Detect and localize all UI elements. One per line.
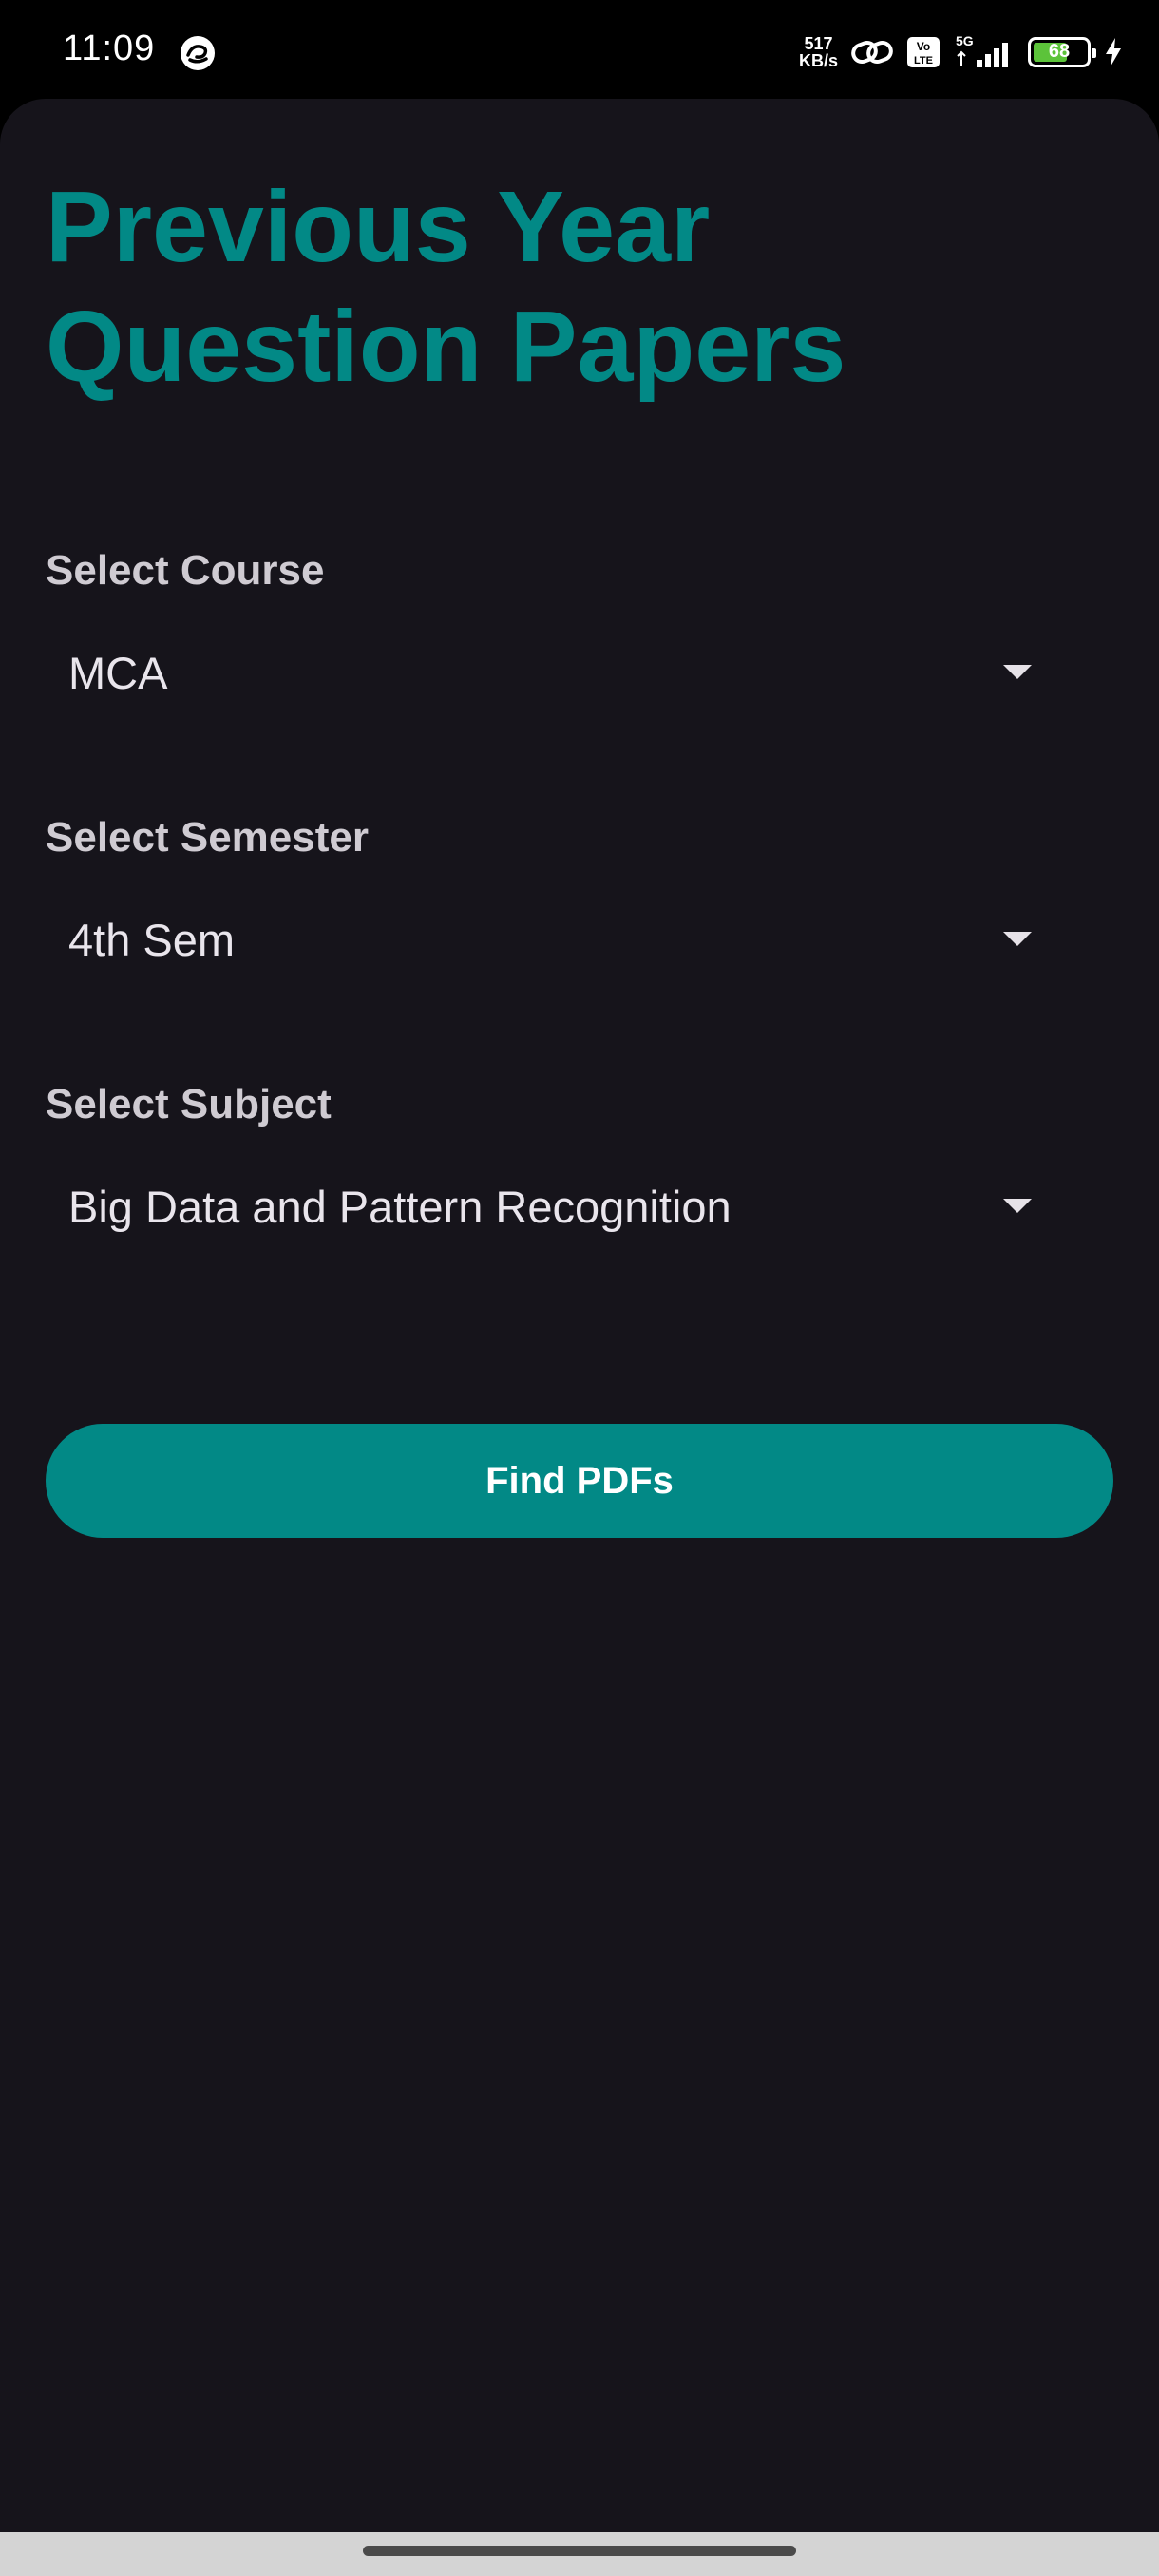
- volte-top-text: Vo: [917, 40, 930, 53]
- network-type-text: 5G: [956, 33, 974, 48]
- network-speed-unit: KB/s: [798, 51, 838, 70]
- volte-bottom-text: LTE: [914, 55, 933, 66]
- semester-dropdown[interactable]: 4th Sem: [46, 892, 1072, 987]
- course-dropdown[interactable]: MCA: [46, 625, 1072, 720]
- status-bar: 11:09 517 KB/s Vo LTE 5G 68: [0, 0, 1159, 99]
- dropdown-arrow-icon: [1003, 665, 1032, 679]
- signal-icon: 5G: [954, 33, 1015, 71]
- subject-value: Big Data and Pattern Recognition: [68, 1181, 732, 1232]
- semester-label: Select Semester: [46, 814, 369, 861]
- volte-icon: Vo LTE: [906, 36, 940, 68]
- dropdown-arrow-icon: [1003, 1199, 1032, 1213]
- network-speed: 517 KB/s: [799, 35, 838, 69]
- battery-icon: 68: [1028, 37, 1096, 67]
- charging-bolt-icon: [1104, 37, 1123, 67]
- subject-dropdown[interactable]: Big Data and Pattern Recognition: [46, 1159, 1072, 1254]
- navigation-bar: [0, 2532, 1159, 2576]
- find-pdfs-button[interactable]: Find PDFs: [46, 1424, 1113, 1538]
- dropdown-arrow-icon: [1003, 932, 1032, 946]
- status-time: 11:09: [63, 28, 156, 68]
- status-icons: 517 KB/s Vo LTE 5G 68: [799, 28, 1123, 76]
- course-value: MCA: [68, 647, 168, 698]
- page-title: Previous Year Question Papers: [46, 171, 846, 403]
- home-gesture-handle[interactable]: [363, 2546, 796, 2556]
- battery-level: 68: [1048, 41, 1071, 62]
- semester-value: 4th Sem: [68, 914, 236, 965]
- app-content: Previous Year Question Papers Select Cou…: [0, 99, 1159, 2532]
- app-notification-icon: [179, 34, 217, 72]
- subject-label: Select Subject: [46, 1081, 332, 1127]
- course-label: Select Course: [46, 547, 325, 594]
- network-speed-value: 517: [804, 34, 833, 53]
- link-icon: [851, 36, 893, 68]
